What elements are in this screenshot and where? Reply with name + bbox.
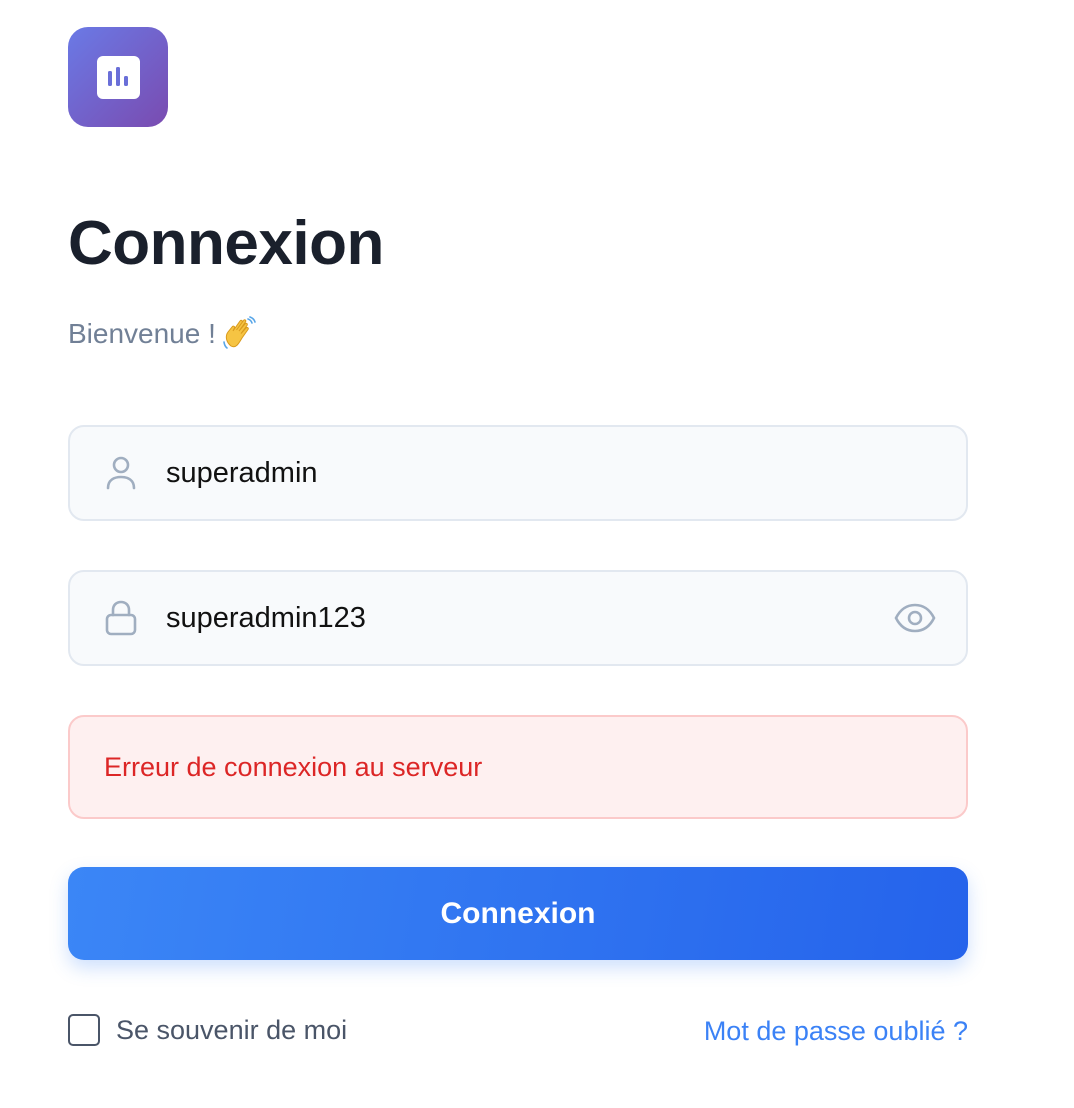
password-input[interactable] xyxy=(166,572,866,664)
remember-checkbox[interactable] xyxy=(68,1014,100,1046)
remember-me[interactable]: Se souvenir de moi xyxy=(68,1014,347,1046)
username-field[interactable] xyxy=(68,425,968,521)
welcome-text: Bienvenue ! xyxy=(68,314,256,354)
page-title: Connexion xyxy=(68,209,384,278)
lock-icon xyxy=(104,599,138,637)
password-field[interactable] xyxy=(68,570,968,666)
forgot-password-link[interactable]: Mot de passe oublié ? xyxy=(704,1014,968,1048)
welcome-label: Bienvenue ! xyxy=(68,318,216,349)
bar-chart-icon xyxy=(96,55,140,99)
login-button[interactable]: Connexion xyxy=(68,867,968,960)
waving-hand-icon xyxy=(222,316,256,352)
eye-icon[interactable] xyxy=(894,602,936,634)
error-alert: Erreur de connexion au serveur xyxy=(68,715,968,819)
app-logo xyxy=(68,27,168,127)
login-page: Connexion Bienvenue ! superadmin superad… xyxy=(0,0,1074,1108)
remember-label: Se souvenir de moi xyxy=(116,1014,348,1045)
username-input[interactable] xyxy=(166,427,866,519)
user-icon xyxy=(104,454,138,492)
